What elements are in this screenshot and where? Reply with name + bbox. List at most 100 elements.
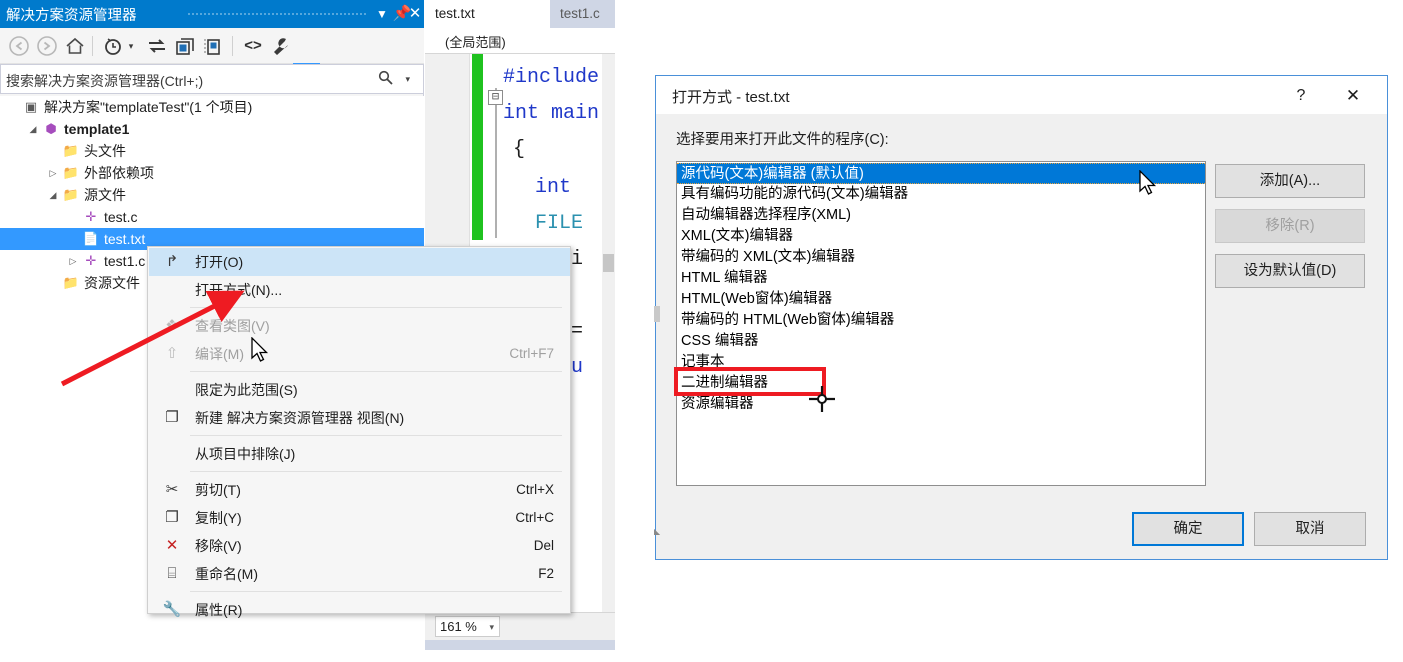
program-list-item-11[interactable]: 资源编辑器: [677, 394, 1205, 415]
program-list-item-2[interactable]: 自动编辑器选择程序(XML): [677, 205, 1205, 226]
menu-item-0[interactable]: ↱ 打开(O): [149, 248, 570, 276]
forward-icon[interactable]: [34, 33, 60, 59]
unsaved-change-bar: [472, 54, 483, 240]
tab-test1-c[interactable]: test1.c: [550, 0, 615, 28]
project-icon: ⬢: [45, 121, 57, 136]
menu-item-5[interactable]: ❐ 新建 解决方案资源管理器 视图(N): [149, 404, 570, 432]
editor-tabstrip: test.txt test1.c: [425, 0, 615, 28]
tree-item-templateTest1[interactable]: ▣ 解决方案"templateTest"(1 个项目): [0, 96, 424, 118]
tree-item-label: 外部依赖项: [84, 165, 154, 181]
menu-item-9[interactable]: ✕ 移除(V) Del: [149, 532, 570, 560]
menu-separator: [190, 435, 562, 436]
program-list-item-1[interactable]: 具有编码功能的源代码(文本)编辑器: [677, 184, 1205, 205]
back-icon[interactable]: [6, 33, 32, 59]
cut-icon: ✂: [165, 481, 179, 498]
menu-item-shortcut: Ctrl+F7: [509, 346, 554, 361]
tree-item-node3[interactable]: ▷ 📁 外部依赖项: [0, 162, 424, 184]
code-line-2: {: [513, 138, 526, 161]
dialog-prompt-label: 选择要用来打开此文件的程序(C):: [676, 132, 889, 148]
editor-navigation-bar[interactable]: (全局范围): [425, 28, 615, 54]
menu-item-4[interactable]: 限定为此范围(S): [149, 376, 570, 404]
add-button[interactable]: 添加(A)...: [1215, 164, 1365, 198]
program-listbox[interactable]: 源代码(文本)编辑器 (默认值) 具有编码功能的源代码(文本)编辑器 自动编辑器选择…: [676, 161, 1206, 486]
collapse-all-icon[interactable]: [200, 33, 226, 59]
tree-item-template1[interactable]: ◢ ⬢ template1: [0, 118, 424, 140]
dialog-left-resize-grip[interactable]: [654, 306, 660, 322]
tab-test-txt[interactable]: test.txt: [425, 0, 550, 28]
program-list-item-5[interactable]: HTML 编辑器: [677, 268, 1205, 289]
editor-scrollbar-thumb[interactable]: [603, 254, 614, 272]
tree-item-test.c[interactable]: ✛ test.c: [0, 206, 424, 228]
tree-item-node4[interactable]: ◢ 📁 源文件: [0, 184, 424, 206]
c-file-icon: ✛: [85, 209, 97, 224]
expander-collapsed-icon[interactable]: ▷: [46, 162, 60, 184]
c-file-icon: ✛: [85, 253, 97, 268]
search-options-chevron-icon[interactable]: ▾: [405, 74, 410, 85]
menu-item-label: 打开方式(N)...: [195, 282, 283, 298]
show-all-files-icon[interactable]: <>: [240, 33, 266, 59]
set-as-default-button[interactable]: 设为默认值(D): [1215, 254, 1365, 288]
menu-item-3: ⇧ 编译(M) Ctrl+F7: [149, 340, 570, 368]
code-line-1: int main: [503, 102, 600, 125]
expander-collapsed-icon[interactable]: ▷: [66, 250, 80, 272]
collapse-region-icon[interactable]: ⊟: [488, 90, 503, 105]
pending-changes-icon[interactable]: [100, 33, 126, 59]
red-highlight-box: [674, 367, 826, 396]
search-solution-explorer-box[interactable]: 搜索解决方案资源管理器(Ctrl+;) ▾: [0, 64, 424, 94]
expander-expanded-icon[interactable]: ◢: [46, 184, 60, 206]
tree-item-label: 源文件: [84, 187, 126, 203]
program-list-item-6[interactable]: HTML(Web窗体)编辑器: [677, 289, 1205, 310]
toolbar-separator: [92, 36, 93, 56]
cancel-button[interactable]: 取消: [1254, 512, 1366, 546]
fold-guide-line: [495, 88, 497, 238]
home-icon[interactable]: [62, 33, 88, 59]
program-list-item-4[interactable]: 带编码的 XML(文本)编辑器: [677, 247, 1205, 268]
scope-dropdown-label[interactable]: (全局范围): [445, 32, 506, 51]
search-icon[interactable]: [378, 70, 393, 89]
properties-icon[interactable]: [268, 33, 294, 59]
tree-item-label: 解决方案"templateTest"(1 个项目): [44, 99, 253, 115]
editor-vertical-scrollbar[interactable]: [602, 54, 615, 640]
menu-item-6[interactable]: 从项目中排除(J): [149, 440, 570, 468]
code-line-4: FILE: [535, 212, 584, 235]
ok-button[interactable]: 确定: [1132, 512, 1244, 546]
tree-item-label: test.c: [104, 209, 138, 225]
open-icon: ↱: [165, 253, 179, 270]
menu-item-11[interactable]: 🔧 属性(R): [149, 596, 570, 624]
program-list-item-3[interactable]: XML(文本)编辑器: [677, 226, 1205, 247]
refresh-icon[interactable]: [172, 33, 198, 59]
tree-item-label: 资源文件: [84, 275, 140, 291]
dialog-title: 打开方式 - test.txt: [672, 89, 790, 106]
program-list-item-0[interactable]: 源代码(文本)编辑器 (默认值): [677, 163, 1205, 184]
search-input[interactable]: 搜索解决方案资源管理器(Ctrl+;): [6, 71, 203, 91]
chevron-down-icon[interactable]: ▼: [372, 4, 392, 24]
tree-item-label: test.txt: [104, 231, 146, 247]
expander-expanded-icon[interactable]: ◢: [26, 118, 40, 140]
sync-with-active-document-icon[interactable]: [144, 33, 170, 59]
solution-explorer-context-menu[interactable]: ↱ 打开(O) 打开方式(N)... ❖ 查看类图(V) ⇧ 编译(M) Ctrl+F7 限定为…: [147, 246, 571, 618]
tree-item-node2[interactable]: 📁 头文件: [0, 140, 424, 162]
close-icon[interactable]: ✕: [405, 4, 425, 24]
dialog-bottom-resize-grip[interactable]: ◣: [654, 527, 662, 536]
menu-item-label: 新建 解决方案资源管理器 视图(N): [195, 410, 405, 426]
menu-item-10[interactable]: ⌸ 重命名(M) F2: [149, 560, 570, 588]
rename-icon: ⌸: [167, 565, 177, 582]
menu-item-label: 属性(R): [195, 602, 243, 618]
menu-item-label: 剪切(T): [195, 482, 241, 498]
code-line-0: #include: [503, 66, 600, 89]
close-icon[interactable]: ✕: [1336, 84, 1370, 108]
menu-item-7[interactable]: ✂ 剪切(T) Ctrl+X: [149, 476, 570, 504]
program-list-item-8[interactable]: CSS 编辑器: [677, 331, 1205, 352]
open-with-dialog: 打开方式 - test.txt ? ✕ 选择要用来打开此文件的程序(C): 源代…: [654, 75, 1388, 560]
copy-icon: ❐: [165, 509, 179, 526]
menu-item-8[interactable]: ❐ 复制(Y) Ctrl+C: [149, 504, 570, 532]
menu-separator: [190, 371, 562, 372]
pending-changes-dropdown-icon[interactable]: ▾: [124, 33, 138, 59]
program-list-item-7[interactable]: 带编码的 HTML(Web窗体)编辑器: [677, 310, 1205, 331]
menu-item-label: 编译(M): [195, 346, 244, 362]
menu-item-label: 重命名(M): [195, 566, 258, 582]
new-view-icon: ❐: [165, 409, 179, 426]
help-icon[interactable]: ?: [1286, 84, 1316, 108]
menu-item-label: 限定为此范围(S): [195, 382, 298, 398]
menu-item-1[interactable]: 打开方式(N)...: [149, 276, 570, 304]
